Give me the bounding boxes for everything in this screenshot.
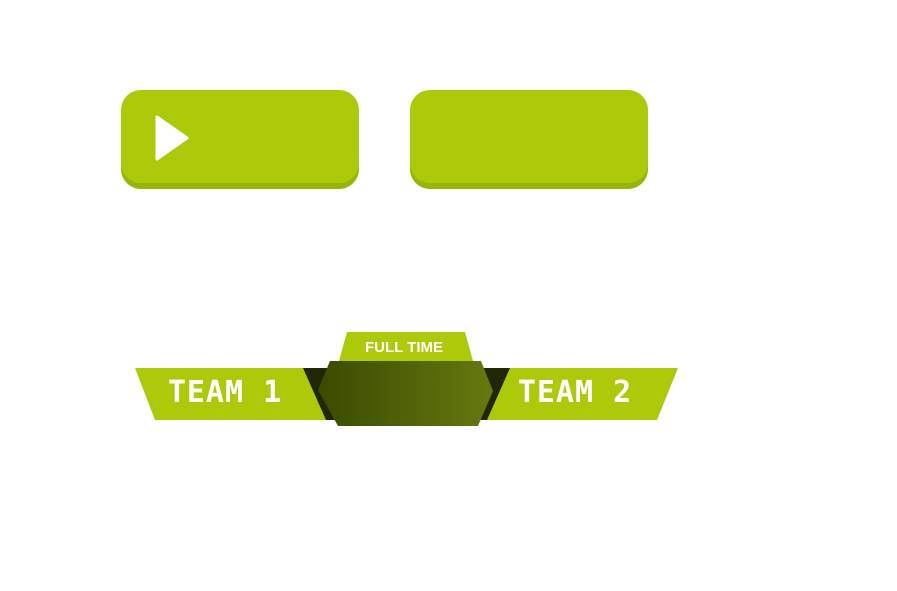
scoreboard: FULL TIME TEAM 1 TEAM 2 bbox=[0, 0, 897, 587]
team-left-name: TEAM 1 bbox=[167, 375, 283, 410]
score-panel bbox=[318, 361, 493, 426]
full-time-label: FULL TIME bbox=[364, 339, 444, 356]
team-right-name: TEAM 2 bbox=[517, 375, 633, 410]
scoreboard-graphic bbox=[135, 332, 678, 426]
